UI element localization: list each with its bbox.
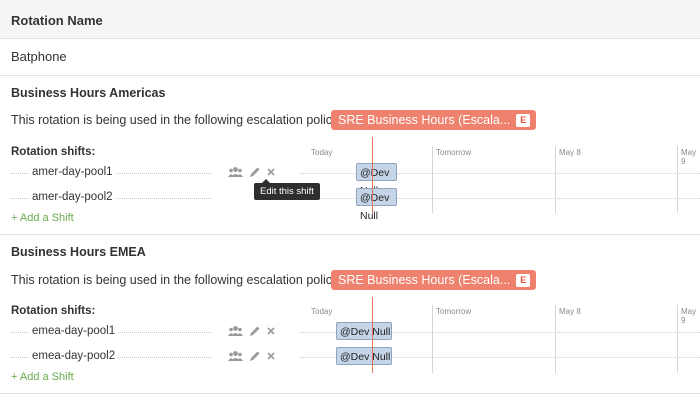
oncall-block[interactable]: @Dev Null (336, 347, 392, 365)
add-shift-link[interactable]: + Add a Shift (11, 212, 74, 224)
used-in-policies-text: This rotation is being used in the follo… (11, 273, 352, 287)
day-label-may8: May 8 (559, 307, 581, 316)
section-divider (0, 234, 700, 235)
pencil-icon[interactable] (249, 166, 261, 178)
group-icon[interactable] (228, 325, 243, 337)
escalation-badge-e: E (516, 274, 531, 287)
oncall-block[interactable]: @Dev Null (336, 322, 392, 340)
edit-shift-tooltip: Edit this shift (254, 179, 320, 200)
escalation-policy-badge[interactable]: SRE Business Hours (Escala... E (331, 270, 537, 290)
pencil-icon[interactable] (249, 350, 261, 362)
escalation-policy-label: SRE Business Hours (Escala... (338, 273, 511, 287)
shift-row: emea-day-pool2 @Dev Null (0, 347, 700, 367)
day-label-today: Today (311, 148, 333, 157)
rotation-name-label: Rotation Name (11, 13, 103, 28)
group-icon[interactable] (228, 166, 243, 178)
current-time-line (372, 137, 373, 213)
day-label-tomorrow: Tomorrow (436, 307, 472, 316)
escalation-policy-badge[interactable]: SRE Business Hours (Escala... E (331, 110, 537, 130)
rotation-name-value[interactable]: Batphone (11, 49, 67, 64)
add-shift-link[interactable]: + Add a Shift (11, 371, 74, 383)
section-title: Business Hours EMEA (11, 245, 146, 259)
oncall-block[interactable]: @Dev Null (356, 188, 397, 222)
rotation-name-row: Batphone (0, 38, 700, 76)
shift-name[interactable]: amer-day-pool2 (30, 191, 115, 203)
current-time-line (372, 297, 373, 373)
day-label-today: Today (311, 307, 333, 316)
group-icon[interactable] (228, 350, 243, 362)
shift-name[interactable]: emea-day-pool2 (30, 350, 118, 362)
close-icon[interactable] (266, 351, 276, 361)
day-label-may8: May 8 (559, 148, 581, 157)
pencil-icon[interactable] (249, 325, 261, 337)
shift-row: emea-day-pool1 @Dev Null (0, 322, 700, 342)
section-divider (0, 393, 700, 394)
section-title: Business Hours Americas (11, 86, 166, 100)
shift-name[interactable]: emea-day-pool1 (30, 325, 118, 337)
rotation-name-header: Rotation Name (0, 0, 700, 39)
shift-row: amer-day-pool1 @Dev Null (0, 163, 700, 197)
close-icon[interactable] (266, 326, 276, 336)
shift-name[interactable]: amer-day-pool1 (30, 166, 115, 178)
shift-row: amer-day-pool2 @Dev Null (0, 188, 700, 222)
escalation-policy-label: SRE Business Hours (Escala... (338, 113, 511, 127)
rotation-shifts-label: Rotation shifts: (11, 146, 96, 158)
close-icon[interactable] (266, 167, 276, 177)
day-label-tomorrow: Tomorrow (436, 148, 472, 157)
rotation-shifts-label: Rotation shifts: (11, 305, 96, 317)
oncall-block[interactable]: @Dev Null (356, 163, 397, 197)
used-in-policies-text: This rotation is being used in the follo… (11, 113, 352, 127)
escalation-badge-e: E (516, 114, 531, 127)
